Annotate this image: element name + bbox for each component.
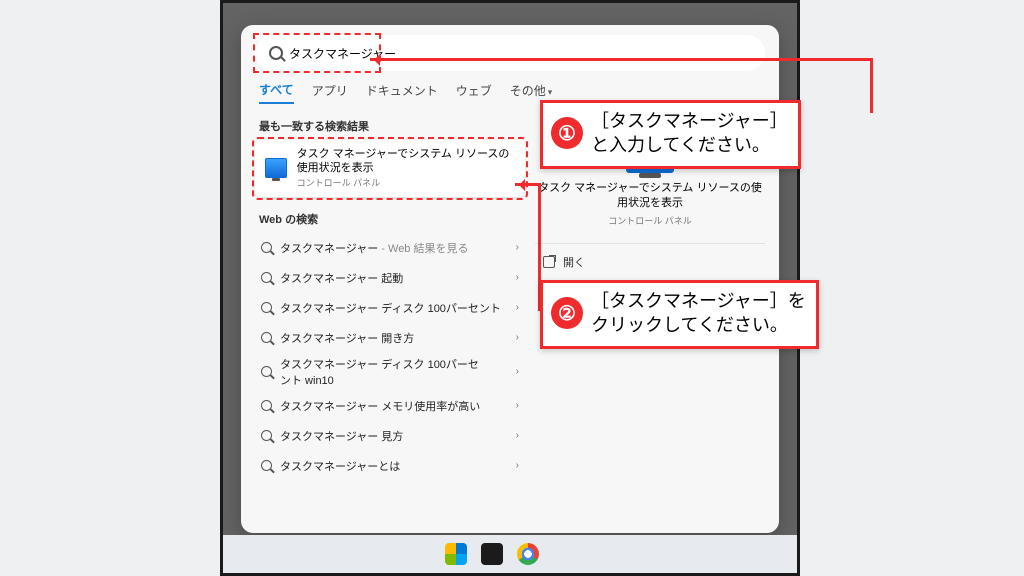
open-icon bbox=[543, 256, 555, 268]
search-icon bbox=[261, 332, 272, 343]
preview-subtitle: コントロール パネル bbox=[535, 214, 765, 227]
web-result-label: タスクマネージャー ディスク 100パーセント bbox=[280, 300, 501, 316]
file-explorer-icon[interactable] bbox=[553, 543, 575, 565]
web-result-item[interactable]: タスクマネージャー 見方 › bbox=[255, 421, 525, 451]
web-result-label: タスクマネージャーとは bbox=[280, 458, 400, 474]
taskbar bbox=[223, 535, 797, 573]
open-action[interactable]: 開く bbox=[535, 243, 765, 270]
chevron-right-icon: › bbox=[516, 430, 519, 441]
web-search-list: タスクマネージャー - Web 結果を見る › タスクマネージャー 起動 › タス… bbox=[255, 233, 525, 481]
search-icon bbox=[261, 242, 272, 253]
web-result-item[interactable]: タスクマネージャーとは › bbox=[255, 451, 525, 481]
preview-title: タスク マネージャーでシステム リソースの使用状況を表示 bbox=[535, 181, 765, 212]
chrome-icon[interactable] bbox=[517, 543, 539, 565]
start-button[interactable] bbox=[445, 543, 467, 565]
web-result-label: タスクマネージャー 開き方 bbox=[280, 330, 414, 346]
search-box[interactable] bbox=[255, 35, 765, 71]
annotation-arrow bbox=[870, 58, 873, 113]
step-number-badge: ② bbox=[551, 297, 583, 329]
tab-web[interactable]: ウェブ bbox=[456, 82, 492, 103]
chevron-right-icon: › bbox=[516, 366, 519, 377]
monitor-icon bbox=[265, 158, 287, 178]
annotation-step-2: ② ［タスクマネージャー］を クリックしてください。 bbox=[540, 280, 819, 349]
taskbar-app-icon[interactable] bbox=[481, 543, 503, 565]
search-icon bbox=[261, 430, 272, 441]
chevron-right-icon: › bbox=[516, 272, 519, 283]
web-result-item[interactable]: タスクマネージャー 起動 › bbox=[255, 263, 525, 293]
best-match-result[interactable]: タスク マネージャーでシステム リソースの使用状況を表示 コントロール パネル bbox=[255, 140, 525, 197]
chevron-right-icon: › bbox=[516, 302, 519, 313]
chevron-right-icon: › bbox=[516, 460, 519, 471]
chevron-right-icon: › bbox=[516, 332, 519, 343]
annotation-step-1: ① ［タスクマネージャー］ と入力してください。 bbox=[540, 100, 801, 169]
chevron-down-icon: ▾ bbox=[548, 87, 553, 97]
tab-documents[interactable]: ドキュメント bbox=[366, 82, 438, 103]
web-result-item[interactable]: タスクマネージャー 開き方 › bbox=[255, 323, 525, 353]
chevron-right-icon: › bbox=[516, 400, 519, 411]
search-icon bbox=[261, 302, 272, 313]
chevron-right-icon: › bbox=[516, 242, 519, 253]
web-result-suffix: - Web 結果を見る bbox=[378, 243, 468, 255]
web-result-item[interactable]: タスクマネージャー - Web 結果を見る › bbox=[255, 233, 525, 263]
search-icon bbox=[261, 366, 272, 377]
best-match-text: タスク マネージャーでシステム リソースの使用状況を表示 コントロール パネル bbox=[297, 148, 515, 189]
open-label: 開く bbox=[563, 254, 585, 270]
web-result-label: タスクマネージャー bbox=[280, 243, 378, 255]
web-result-label: タスクマネージャー ディスク 100パーセント win10 bbox=[280, 356, 480, 388]
best-match-subtitle: コントロール パネル bbox=[297, 176, 515, 189]
web-result-label: タスクマネージャー メモリ使用率が高い bbox=[280, 398, 480, 414]
step-text: ［タスクマネージャー］を クリックしてください。 bbox=[591, 289, 806, 338]
search-icon bbox=[261, 400, 272, 411]
web-result-label: タスクマネージャー 起動 bbox=[280, 270, 403, 286]
web-result-label: タスクマネージャー 見方 bbox=[280, 428, 403, 444]
search-icon bbox=[269, 46, 283, 60]
web-result-item[interactable]: タスクマネージャー ディスク 100パーセント win10 › bbox=[255, 353, 525, 391]
annotation-arrow bbox=[370, 58, 872, 61]
tab-all[interactable]: すべて bbox=[259, 81, 294, 104]
tab-apps[interactable]: アプリ bbox=[312, 82, 348, 103]
search-icon bbox=[261, 272, 272, 283]
best-match-title: タスク マネージャーでシステム リソースの使用状況を表示 bbox=[297, 148, 515, 176]
tab-more-label: その他 bbox=[510, 84, 546, 98]
web-result-item[interactable]: タスクマネージャー ディスク 100パーセント › bbox=[255, 293, 525, 323]
search-icon bbox=[261, 460, 272, 471]
step-text: ［タスクマネージャー］ と入力してください。 bbox=[591, 109, 788, 158]
web-result-item[interactable]: タスクマネージャー メモリ使用率が高い › bbox=[255, 391, 525, 421]
step-number-badge: ① bbox=[551, 117, 583, 149]
